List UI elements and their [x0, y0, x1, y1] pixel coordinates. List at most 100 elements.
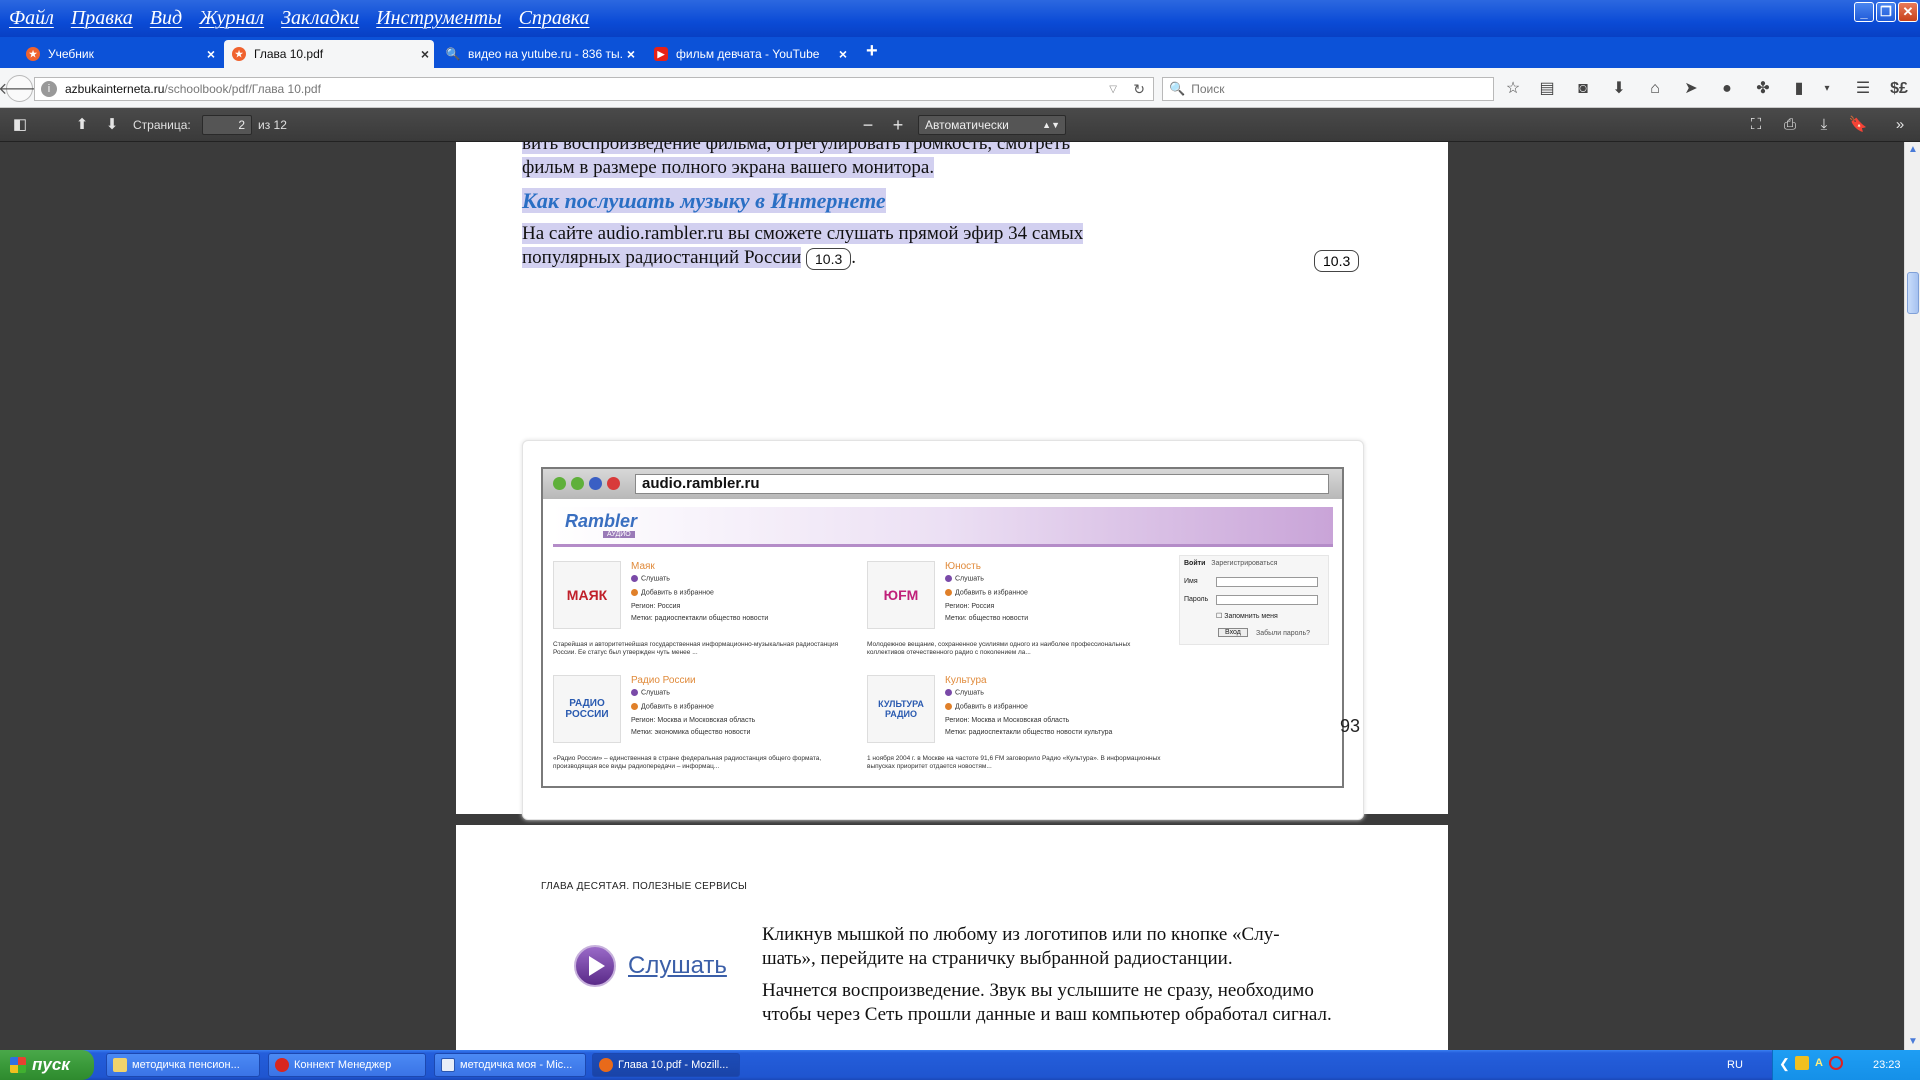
bookmark-icon[interactable]: 🔖 [1846, 114, 1870, 136]
scroll-up-icon[interactable]: ▲ [1907, 144, 1919, 156]
station-radio-rossii: РАДИО РОССИИ Радио России Слушать Добави… [553, 675, 863, 775]
listen-link: Слушать [945, 689, 984, 696]
station-region: Регион: Россия [631, 603, 681, 610]
page-label: Страница: [133, 118, 191, 132]
close-tab-icon[interactable]: × [622, 46, 640, 62]
tools-expand-icon[interactable]: » [1888, 114, 1912, 136]
reload-icon[interactable]: ↻ [1133, 81, 1145, 98]
clipboard-icon[interactable]: ▮ [1788, 78, 1810, 100]
scrollbar-thumb[interactable] [1907, 272, 1919, 314]
chat-icon[interactable]: ● [1716, 78, 1738, 100]
star-icon [631, 703, 638, 710]
currency-icon[interactable]: $£ [1888, 78, 1910, 100]
scroll-down-icon[interactable]: ▼ [1907, 1036, 1919, 1048]
text-line: фильм в размере полного экрана вашего мо… [522, 156, 935, 180]
tray-app-icon[interactable] [1795, 1056, 1809, 1070]
menu-edit[interactable]: Правка [71, 7, 133, 30]
play-icon [945, 689, 952, 696]
menu-history[interactable]: Журнал [199, 7, 264, 30]
tab-chapter-10-pdf[interactable]: ★ Глава 10.pdf × [224, 40, 434, 68]
menu-help[interactable]: Справка [519, 7, 590, 30]
task-folder[interactable]: методичка пенсион... [106, 1053, 260, 1077]
start-button[interactable]: пуск [0, 1050, 94, 1080]
addon-icon[interactable]: ✤ [1752, 78, 1774, 100]
next-page-icon[interactable]: ⬇ [100, 114, 124, 136]
firefox-icon [599, 1058, 613, 1072]
listen-illustration-text: Слушать [628, 952, 727, 979]
close-tab-icon[interactable]: × [416, 46, 434, 62]
station-name: Маяк [631, 561, 655, 572]
zoom-out-icon[interactable]: − [856, 114, 880, 136]
close-window-button[interactable]: ✕ [1898, 2, 1918, 22]
address-bar[interactable]: i azbukainterneta.ru/schoolbook/pdf/Глав… [34, 77, 1154, 101]
menu-hamburger-icon[interactable]: ☰ [1852, 78, 1874, 100]
download-icon[interactable]: ⬇ [1608, 78, 1630, 100]
save-icon[interactable]: ⤓ [1812, 114, 1836, 136]
favorite-link: Добавить в избранное [945, 589, 1028, 596]
pocket-icon[interactable]: ◙ [1572, 78, 1594, 100]
station-logo: РАДИО РОССИИ [553, 675, 621, 743]
search-input[interactable]: 🔍 Поиск [1162, 77, 1494, 101]
menu-file[interactable]: Файл [9, 7, 54, 30]
url-host: azbukainterneta.ru [65, 82, 165, 96]
tab-youtube[interactable]: ▶ фильм девчата - YouTube × [646, 40, 852, 68]
pdf-toolbar: ◧ ⬆ ⬇ Страница: 2 из 12 − + Автоматическ… [0, 108, 1920, 142]
tray-arrow-icon[interactable]: ❮ [1779, 1056, 1790, 1072]
vertical-scrollbar[interactable]: ▲ ▼ [1904, 142, 1920, 1050]
reading-list-icon[interactable]: ▤ [1536, 78, 1558, 100]
system-tray: RU ❮ A 23:23 [1727, 1050, 1920, 1080]
send-icon[interactable]: ➤ [1680, 78, 1702, 100]
clock[interactable]: 23:23 [1873, 1059, 1901, 1071]
pdf-viewer[interactable]: вить воспроизведение фильма, отрегулиров… [0, 142, 1904, 1050]
figure-ref-badge[interactable]: 10.3 [806, 247, 852, 270]
tray-opera-icon[interactable] [1829, 1056, 1843, 1070]
station-tags: Метки: общество новости [945, 615, 1029, 622]
bookmark-star-icon[interactable]: ☆ [1502, 78, 1524, 100]
dropdown-arrow-icon[interactable]: ▾ [1816, 78, 1838, 100]
star-icon [945, 703, 952, 710]
figure-dot-icon [607, 477, 620, 490]
close-tab-icon[interactable]: × [834, 46, 852, 62]
maximize-button[interactable]: ❐ [1876, 2, 1896, 22]
close-tab-icon[interactable]: × [202, 46, 220, 62]
listen-link: Слушать [945, 575, 984, 582]
page-number-input[interactable]: 2 [202, 115, 252, 135]
task-word[interactable]: методичка моя - Mic... [434, 1053, 586, 1077]
tray-a-icon[interactable]: A [1815, 1057, 1823, 1069]
site-info-icon[interactable]: i [41, 81, 57, 97]
station-region: Регион: Россия [945, 603, 995, 610]
fullscreen-icon[interactable]: ⛶ [1744, 114, 1768, 136]
tab-textbook[interactable]: ★ Учебник × [18, 40, 220, 68]
new-tab-button[interactable]: + [866, 40, 878, 63]
print-icon[interactable]: ⎙ [1778, 114, 1802, 136]
figure-ref-badge[interactable]: 10.3 [1314, 250, 1360, 272]
text-line: вить воспроизведение фильма, отрегулиров… [522, 142, 1248, 156]
zoom-in-icon[interactable]: + [886, 114, 910, 136]
text-span: На сайте audio.rambler.ru вы сможете слу… [522, 223, 1084, 244]
figure-banner [553, 507, 1333, 547]
station-kultura: КУЛЬТУРА РАДИО Культура Слушать Добавить… [867, 675, 1177, 775]
home-icon[interactable]: ⌂ [1644, 78, 1666, 100]
search-placeholder: Поиск [1191, 82, 1225, 96]
menu-view[interactable]: Вид [150, 7, 182, 30]
menu-bookmarks[interactable]: Закладки [281, 7, 359, 30]
figure-browser-window: audio.rambler.ru Rambler АУДИО МАЯК Маяк… [541, 467, 1344, 788]
listen-button-illustration: Слушать [574, 945, 727, 987]
language-indicator[interactable]: RU [1727, 1059, 1743, 1071]
play-icon [631, 689, 638, 696]
back-button[interactable]: 🡐 [0, 75, 41, 102]
history-dropdown-icon[interactable]: ▽ [1109, 84, 1117, 95]
zoom-select[interactable]: Автоматически ▲▼ [918, 115, 1066, 135]
sidebar-toggle-icon[interactable]: ◧ [8, 114, 32, 136]
task-firefox[interactable]: Глава 10.pdf - Mozill... [592, 1053, 740, 1077]
section-heading: Как послушать музыку в Интернете [522, 188, 886, 214]
task-connect-manager[interactable]: Коннект Менеджер [268, 1053, 426, 1077]
tab-video-search[interactable]: 🔍 видео на yutube.ru - 836 ты... × [438, 40, 640, 68]
station-tags: Метки: радиоспектакли общество новости к… [945, 729, 1113, 736]
minimize-button[interactable]: _ [1854, 2, 1874, 22]
menu-tools[interactable]: Инструменты [376, 7, 501, 30]
previous-page-icon[interactable]: ⬆ [70, 114, 94, 136]
link-text: Добавить в избранное [641, 703, 714, 711]
listen-link: Слушать [631, 575, 670, 582]
station-tags: Метки: экономика общество новости [631, 729, 751, 736]
